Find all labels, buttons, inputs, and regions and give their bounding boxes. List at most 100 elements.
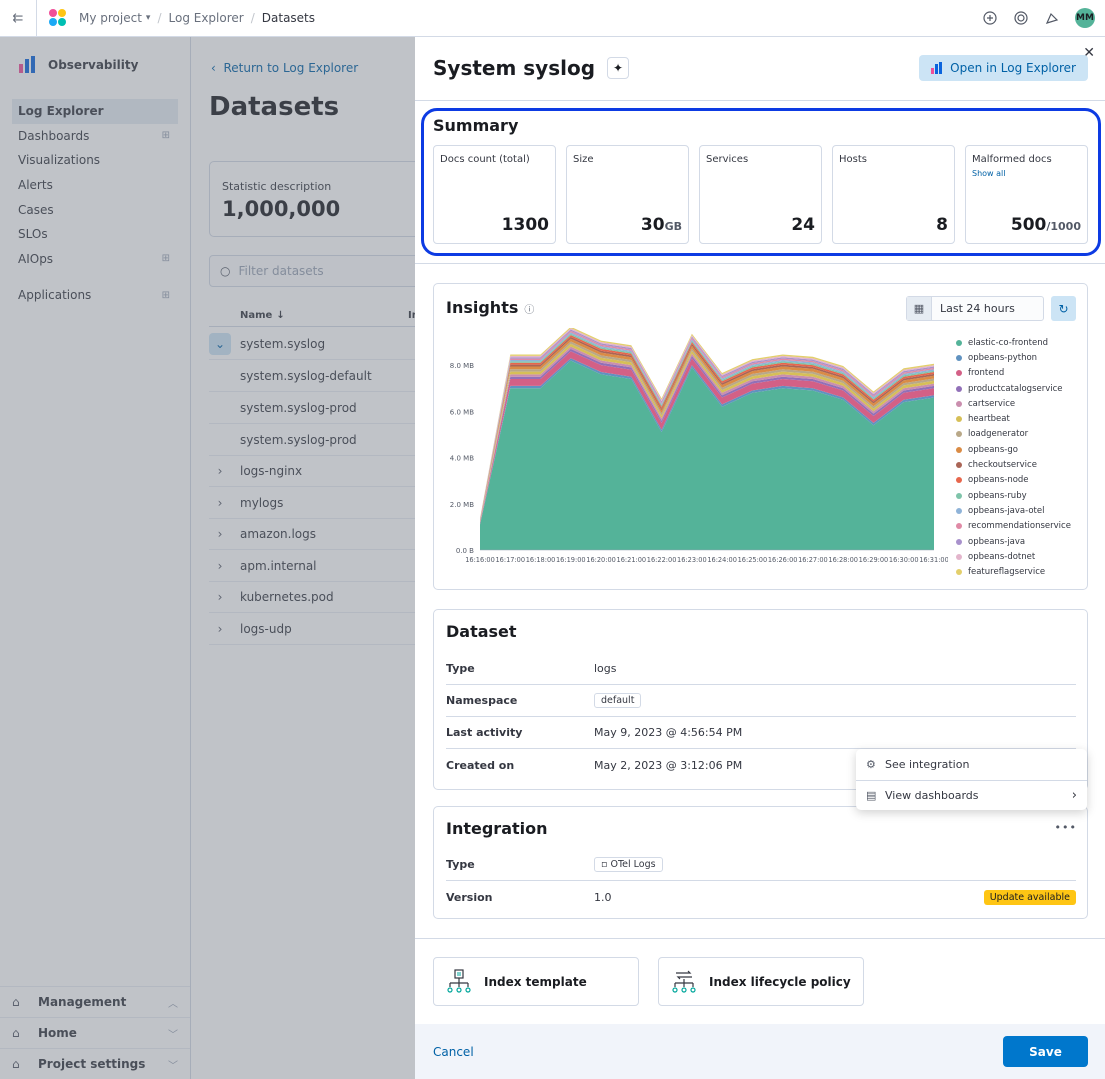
- divider: [415, 938, 1105, 939]
- flyout-title-text: System syslog: [433, 56, 596, 80]
- more-actions-icon[interactable]: •••: [1055, 821, 1077, 834]
- dataset-row-value: logs: [594, 662, 617, 675]
- legend-item[interactable]: opbeans-python: [956, 350, 1086, 365]
- legend-dot-icon: [956, 569, 962, 576]
- legend-label: opbeans-go: [968, 444, 1018, 455]
- dataset-row-last-activity: Last activity May 9, 2023 @ 4:56:54 PM: [446, 717, 1076, 749]
- save-button[interactable]: Save: [1003, 1036, 1088, 1067]
- legend-label: frontend: [968, 368, 1005, 379]
- legend-item[interactable]: opbeans-node: [956, 473, 1086, 488]
- legend-label: productcatalogservice: [968, 383, 1063, 394]
- legend-item[interactable]: featureflagservice: [956, 564, 1086, 579]
- legend-label: heartbeat: [968, 414, 1010, 425]
- x-tick-label: 16:17:00: [495, 556, 525, 564]
- legend-dot-icon: [956, 354, 962, 361]
- legend-label: opbeans-node: [968, 475, 1029, 486]
- insights-panel: Insights ⓘ ▦ Last 24 hours ↻ 0.0 B 2.0 MB 4…: [433, 283, 1088, 590]
- legend-item[interactable]: opbeans-dotnet: [956, 549, 1086, 564]
- date-picker[interactable]: ▦ Last 24 hours: [906, 296, 1044, 321]
- integration-title: Integration: [446, 819, 548, 838]
- summary-card-label: Services: [706, 154, 749, 165]
- legend-item[interactable]: loadgenerator: [956, 427, 1086, 442]
- legend-item[interactable]: checkoutservice: [956, 457, 1086, 472]
- x-tick-label: 16:27:00: [798, 556, 828, 564]
- x-tick-label: 16:26:00: [768, 556, 798, 564]
- elastic-logo-icon[interactable]: [49, 9, 67, 27]
- summary-card-value: 500/1000: [1011, 215, 1081, 235]
- legend-label: elastic-co-frontend: [968, 337, 1048, 348]
- dataset-title: Dataset: [446, 622, 517, 641]
- legend-item[interactable]: frontend: [956, 366, 1086, 381]
- info-icon[interactable]: ⓘ: [524, 305, 534, 316]
- legend-dot-icon: [956, 553, 962, 560]
- integration-panel: Integration ••• Type ▫ OTel Logs Version 1…: [433, 806, 1088, 919]
- legend-item[interactable]: elastic-co-frontend: [956, 335, 1086, 350]
- index-template-button[interactable]: Index template: [433, 957, 639, 1006]
- summary-card-unit: GB: [664, 220, 682, 233]
- chevron-down-icon[interactable]: ▾: [146, 13, 151, 23]
- y-tick-label: 2.0 MB: [450, 501, 474, 509]
- sparkle-icon[interactable]: ✦: [607, 57, 630, 79]
- menu-toggle-icon[interactable]: ⇇: [0, 0, 37, 37]
- summary-card-size: Size 30GB: [566, 145, 689, 244]
- date-range-label: Last 24 hours: [940, 302, 1015, 315]
- breadcrumb-log-explorer[interactable]: Log Explorer: [169, 11, 244, 25]
- index-lifecycle-policy-button[interactable]: Index lifecycle policy: [658, 957, 864, 1006]
- legend-label: cartservice: [968, 398, 1016, 409]
- legend-dot-icon: [956, 385, 962, 392]
- summary-card-label: Hosts: [839, 154, 867, 165]
- summary-card-number: 500: [1010, 215, 1047, 235]
- legend-label: opbeans-dotnet: [968, 551, 1036, 562]
- x-tick-label: 16:28:00: [828, 556, 858, 564]
- integration-row-version: Version 1.0 Update available: [446, 881, 1076, 913]
- popover-item-label: See integration: [885, 757, 970, 771]
- open-in-log-explorer-button[interactable]: Open in Log Explorer: [919, 55, 1088, 81]
- dataset-row-namespace: Namespace default: [446, 685, 1076, 717]
- calendar-icon[interactable]: ▦: [907, 297, 932, 320]
- integration-type-badge: ▫ OTel Logs: [594, 857, 663, 872]
- summary-card-unit: /1000: [1046, 220, 1081, 233]
- legend-dot-icon: [956, 370, 962, 377]
- legend-label: opbeans-java: [968, 536, 1026, 547]
- breadcrumb-project[interactable]: My project: [79, 11, 142, 25]
- integration-row-type: Type ▫ OTel Logs: [446, 849, 1076, 881]
- legend-label: opbeans-ruby: [968, 490, 1027, 501]
- legend-dot-icon: [956, 462, 962, 469]
- legend-item[interactable]: cartservice: [956, 396, 1086, 411]
- dataset-row-value: May 9, 2023 @ 4:56:54 PM: [594, 726, 743, 739]
- refresh-icon[interactable]: ↻: [1051, 296, 1076, 321]
- view-dashboards-item[interactable]: ▤ View dashboards ›: [856, 781, 1087, 812]
- legend-item[interactable]: opbeans-java: [956, 534, 1086, 549]
- newsfeed-icon[interactable]: [1013, 10, 1029, 26]
- legend-item[interactable]: opbeans-java-otel: [956, 503, 1086, 518]
- flyout-footer: Cancel Save: [415, 1024, 1105, 1079]
- summary-card-value: 8: [936, 215, 948, 235]
- dataset-row-value: May 2, 2023 @ 3:12:06 PM: [594, 758, 743, 772]
- chevron-right-icon: ›: [1071, 788, 1077, 804]
- lifecycle-icon: [672, 970, 696, 993]
- cancel-button[interactable]: Cancel: [433, 1045, 474, 1059]
- see-integration-item[interactable]: ⚙ See integration: [856, 749, 1087, 780]
- legend-item[interactable]: opbeans-go: [956, 442, 1086, 457]
- summary-card-number: 1300: [501, 215, 549, 235]
- y-tick-label: 6.0 MB: [450, 408, 474, 416]
- integration-row-key: Version: [446, 890, 493, 904]
- legend-item[interactable]: productcatalogservice: [956, 381, 1086, 396]
- divider: [415, 100, 1105, 101]
- help-icon[interactable]: [982, 10, 998, 26]
- dataset-row-type: Type logs: [446, 653, 1076, 685]
- x-tick-label: 16:29:00: [859, 556, 889, 564]
- update-available-badge[interactable]: Update available: [983, 889, 1076, 905]
- legend-item[interactable]: recommendationservice: [956, 519, 1086, 534]
- cheer-icon[interactable]: [1044, 10, 1060, 26]
- document-icon: ▫: [601, 859, 608, 870]
- dataset-flyout: ✕ System syslog ✦ Open in Log Explorer S…: [415, 37, 1105, 1079]
- x-tick-label: 16:25:00: [738, 556, 768, 564]
- dataset-row-key: Namespace: [446, 694, 518, 707]
- legend-item[interactable]: opbeans-ruby: [956, 488, 1086, 503]
- modal-overlay[interactable]: [0, 37, 415, 1079]
- avatar[interactable]: MM: [1075, 8, 1095, 28]
- x-tick-label: 16:22:00: [647, 556, 677, 564]
- legend-item[interactable]: heartbeat: [956, 411, 1086, 426]
- show-all-link[interactable]: Show all: [972, 169, 1081, 178]
